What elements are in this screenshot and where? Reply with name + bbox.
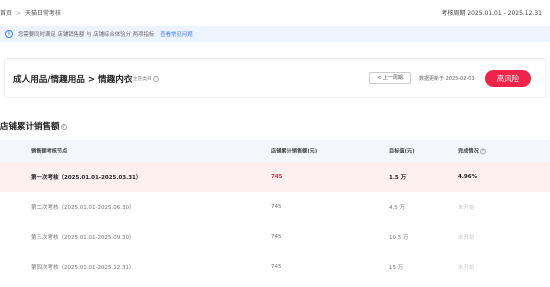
row-target: 4.5 万 [389,205,405,211]
row-sales: 745 [271,234,282,240]
table-header: 销售额考核节点 店铺累计销售额(元) 目标值(元) 完成情况? [0,140,550,162]
category-subtitle-text: 考核主营类目 [123,77,152,82]
breadcrumb: 首页 > 天猫日常考核 [0,8,61,17]
category-card: 成人用品/情趣用品 > 情趣内衣 考核主营类目? < 上一周期 数据更新于 20… [4,58,546,98]
section-title-text: 店铺累计销售额 [0,122,60,132]
row-node: 第一次考核（2025.01.01-2025.03.31） [31,175,142,181]
notice-text: 您需要同时满足 店铺销售额 与 店铺综合体验分 两项指标 [18,32,155,38]
header-status: 完成情况? [458,148,486,155]
question-icon[interactable]: ? [479,148,486,154]
row-sales: 745 [271,204,282,210]
row-node: 第三次考核（2025.01.01-2025.09.30） [31,235,135,241]
row-target: 1.5 万 [389,175,407,181]
question-icon[interactable]: ? [60,123,67,130]
breadcrumb-current: 天猫日常考核 [25,10,62,17]
row-target: 15 万 [389,265,404,271]
row-sales: 745 [271,174,283,180]
header-sales: 店铺累计销售额(元) [271,148,318,155]
row-status: 未开始 [458,205,475,211]
header-target: 目标值(元) [389,148,415,155]
table-row: 第三次考核（2025.01.01-2025.09.30） 745 10.5 万 … [0,222,550,252]
top-bar: 首页 > 天猫日常考核 考核周期 2025.01.01 - 2025.12.31 [0,0,550,22]
question-icon[interactable]: ? [152,75,159,82]
breadcrumb-home-link[interactable]: 首页 [0,10,12,17]
header-node: 销售额考核节点 [31,148,68,155]
info-icon: i [5,30,13,38]
row-status: 未开始 [458,265,475,271]
previous-period-button[interactable]: < 上一周期 [369,72,411,84]
faq-link[interactable]: 查看常见问题 [160,30,192,38]
assessment-period: 考核周期 2025.01.01 - 2025.12.31 [441,10,542,17]
section-title: 店铺累计销售额? [0,120,67,132]
sales-table: 销售额考核节点 店铺累计销售额(元) 目标值(元) 完成情况? 第一次考核（20… [0,140,550,282]
notice-bar: i 您需要同时满足 店铺销售额 与 店铺综合体验分 两项指标 查看常见问题 [0,26,550,42]
table-row: 第四次考核（2025.01.01-2025.12.31） 745 15 万 未开… [0,252,550,282]
row-node: 第四次考核（2025.01.01-2025.12.31） [31,265,135,271]
row-target: 10.5 万 [389,235,409,241]
row-status: 4.96% [458,174,478,180]
row-sales: 745 [271,264,282,270]
data-update-time: 数据更新于 2025-02-03 [419,76,475,82]
table-row: 第二次考核（2025.01.01-2025.06.30） 745 4.5 万 未… [0,192,550,222]
table-row: 第一次考核（2025.01.01-2025.03.31） 745 1.5 万 4… [0,162,550,192]
header-status-text: 完成情况 [458,148,479,155]
row-status: 未开始 [458,235,475,241]
risk-level-badge[interactable]: 高风险 [485,70,531,87]
category-title: 成人用品/情趣用品 > 情趣内衣 [13,75,133,85]
category-subtitle: 考核主营类目? [123,75,159,82]
row-node: 第二次考核（2025.01.01-2025.06.30） [31,205,135,211]
breadcrumb-separator: > [16,10,22,17]
